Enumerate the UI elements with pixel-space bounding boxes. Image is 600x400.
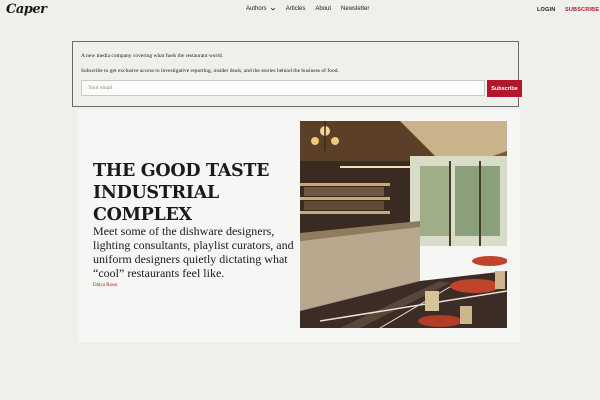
- restaurant-interior-photo[interactable]: [300, 121, 507, 328]
- feature-card[interactable]: THE GOOD TASTE INDUSTRIAL COMPLEX Meet s…: [78, 110, 520, 342]
- site-logo[interactable]: Caper: [6, 2, 47, 17]
- signup-tagline: A new media company covering what fuels …: [81, 53, 224, 59]
- main-nav: Authors Articles About Newsletter: [246, 6, 369, 12]
- email-input[interactable]: Your email: [81, 80, 485, 96]
- signup-description: Subscribe to get exclusive access to inv…: [81, 68, 339, 74]
- article-headline[interactable]: THE GOOD TASTE INDUSTRIAL COMPLEX: [93, 160, 283, 226]
- subscribe-button[interactable]: Subscribe: [487, 80, 522, 97]
- nav-item-about[interactable]: About: [315, 6, 331, 12]
- nav-item-label: Authors: [246, 6, 267, 12]
- article-author[interactable]: Dalya Rasor: [93, 283, 118, 288]
- article-dek: Meet some of the dishware designers, lig…: [93, 224, 294, 280]
- newsletter-signup: A new media company covering what fuels …: [72, 41, 522, 107]
- login-link[interactable]: LOGIN: [537, 7, 555, 13]
- nav-item-authors[interactable]: Authors: [246, 6, 276, 12]
- site-header: Caper Authors Articles About Newsletter …: [0, 0, 600, 22]
- photo-illustration: [300, 121, 507, 328]
- nav-item-articles[interactable]: Articles: [286, 6, 306, 12]
- nav-item-newsletter[interactable]: Newsletter: [341, 6, 369, 12]
- chevron-down-icon: [270, 7, 275, 11]
- subscribe-link[interactable]: SUBSCRIBE: [565, 7, 599, 13]
